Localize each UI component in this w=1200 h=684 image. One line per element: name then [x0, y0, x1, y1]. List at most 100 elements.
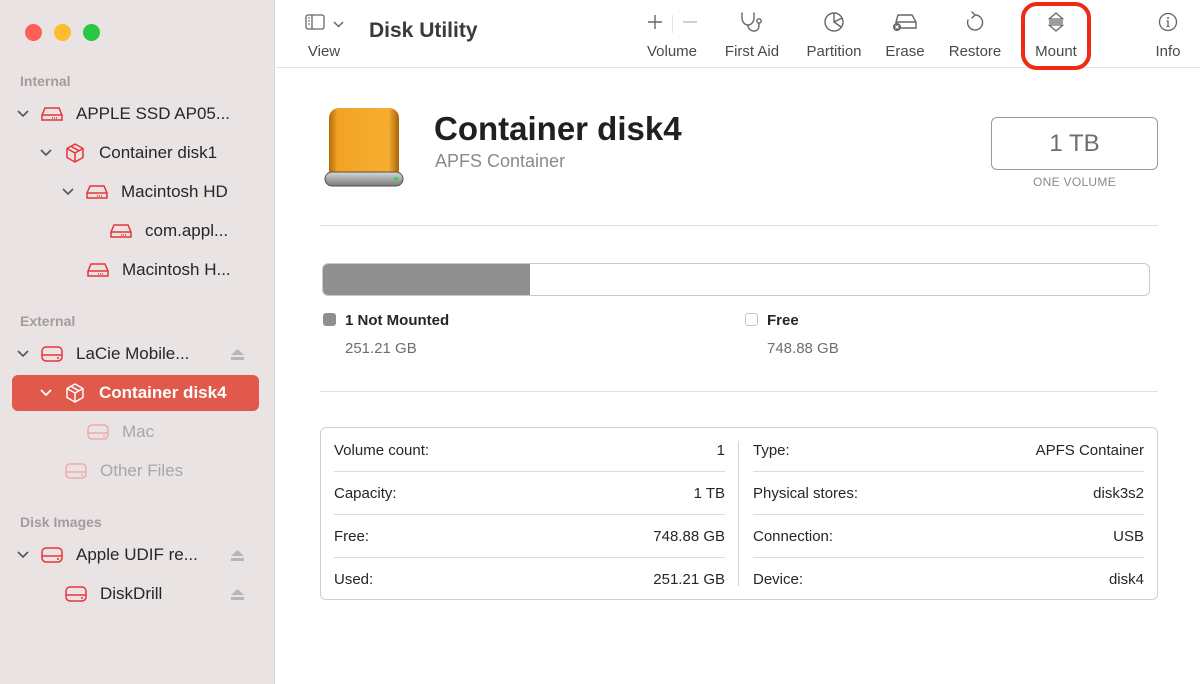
chevron-down-icon[interactable] [16, 107, 30, 121]
info-label: Capacity: [334, 484, 397, 502]
window-controls [25, 24, 100, 41]
eject-icon[interactable] [231, 348, 245, 360]
section-label-disk-images: Disk Images [20, 514, 102, 530]
sidebar-item-label: Apple UDIF re... [76, 545, 198, 564]
zoom-window-button[interactable] [83, 24, 100, 41]
view-label: View [307, 43, 341, 60]
info-label: Connection: [753, 527, 834, 545]
minimize-window-button[interactable] [54, 24, 71, 41]
internal-drive-icon [40, 104, 64, 124]
sidebar-item-label: Macintosh H... [122, 260, 231, 279]
add-volume-icon[interactable] [647, 14, 663, 35]
sidebar-item-lacie-mobile[interactable]: LaCie Mobile... [12, 336, 259, 372]
disk-type-subtitle: APFS Container [435, 151, 566, 171]
info-value: disk4 [1108, 571, 1144, 588]
disk-name: Container disk4 [434, 110, 682, 147]
external-drive-icon [64, 584, 88, 604]
first-aid-button[interactable]: First Aid [720, 0, 784, 68]
legend-name: 1 Not Mounted [345, 312, 450, 329]
info-row-connection: Connection: USB [753, 515, 1144, 558]
sidebar-toggle-icon [304, 13, 325, 35]
remove-volume-icon[interactable] [682, 14, 698, 35]
mount-button[interactable]: Mount [1030, 0, 1082, 68]
info-row-capacity: Capacity: 1 TB [334, 472, 725, 515]
disk-size-badge: 1 TB [991, 117, 1158, 170]
info-label: Volume count: [334, 441, 430, 459]
info-row-used: Used: 251.21 GB [334, 558, 725, 601]
external-drive-large-icon [322, 106, 406, 190]
eject-icon[interactable] [231, 588, 245, 600]
chevron-down-icon[interactable] [39, 386, 53, 400]
erase-drive-icon [892, 12, 918, 37]
sidebar-item-label: Container disk4 [99, 383, 227, 402]
info-value: USB [1113, 527, 1144, 545]
restore-button[interactable]: Restore [944, 0, 1006, 68]
app-title: Disk Utility [369, 19, 478, 42]
legend-value: 251.21 GB [345, 340, 417, 357]
info-label: Physical stores: [753, 484, 859, 502]
container-cube-icon [63, 143, 87, 163]
info-value: disk3s2 [1093, 484, 1144, 502]
volume-label: Volume [646, 43, 698, 60]
usage-bar-not-mounted-segment [323, 264, 531, 295]
sidebar-item-other-files[interactable]: Other Files [12, 453, 259, 489]
info-row-physical-stores: Physical stores: disk3s2 [753, 472, 1144, 515]
sidebar-item-macintosh-hd[interactable]: Macintosh HD [12, 174, 259, 210]
internal-drive-icon [86, 260, 110, 280]
chevron-down-icon[interactable] [16, 347, 30, 361]
legend-not-mounted: 1 Not Mounted 251.21 GB [323, 312, 450, 357]
volume-button-group: Volume [640, 0, 704, 68]
legend-value: 748.88 GB [767, 340, 839, 357]
chevron-down-icon[interactable] [16, 548, 30, 562]
info-row-type: Type: APFS Container [753, 429, 1144, 472]
sidebar-item-label: Mac [122, 422, 155, 441]
sidebar-item-macintosh-hd-data[interactable]: Macintosh H... [12, 252, 259, 288]
legend-free: Free 748.88 GB [745, 312, 839, 357]
internal-drive-icon [109, 221, 133, 241]
erase-label: Erase [885, 43, 925, 60]
sidebar-item-com-apple[interactable]: com.appl... [12, 213, 259, 249]
sidebar-item-apple-udif[interactable]: Apple UDIF re... [12, 537, 259, 573]
volume-count-caption: ONE VOLUME [1032, 175, 1116, 189]
chevron-down-icon[interactable] [39, 146, 53, 160]
external-drive-icon [86, 422, 110, 442]
sidebar-item-apple-ssd[interactable]: APPLE SSD AP05... [12, 96, 259, 132]
first-aid-label: First Aid [724, 43, 780, 60]
sidebar-item-container-disk1[interactable]: Container disk1 [12, 135, 259, 171]
divider [320, 225, 1158, 226]
chevron-down-icon[interactable] [61, 185, 75, 199]
close-window-button[interactable] [25, 24, 42, 41]
erase-button[interactable]: Erase [881, 0, 929, 68]
legend-swatch [745, 313, 758, 326]
sidebar-item-mac[interactable]: Mac [12, 414, 259, 450]
eject-icon[interactable] [231, 549, 245, 561]
pie-chart-icon [823, 11, 845, 38]
sidebar-item-label: LaCie Mobile... [76, 344, 190, 363]
view-button[interactable]: View [304, 0, 344, 68]
stethoscope-icon [739, 11, 765, 38]
info-label: Free: [334, 527, 370, 545]
sidebar-item-label: Container disk1 [99, 143, 218, 162]
toolbar: View Disk Utility Volume First Aid Parti… [276, 0, 1200, 70]
info-table: Volume count: 1 Capacity: 1 TB Free: 748… [320, 427, 1158, 600]
sidebar-item-container-disk4[interactable]: Container disk4 [12, 375, 259, 411]
restore-arrow-icon [965, 10, 985, 38]
divider [320, 391, 1158, 392]
info-value: APFS Container [1035, 441, 1144, 459]
mount-icon [1046, 11, 1066, 38]
partition-label: Partition [806, 43, 862, 60]
sidebar-item-label: com.appl... [145, 221, 229, 240]
section-label-internal: Internal [20, 73, 71, 89]
sidebar-item-label: Macintosh HD [121, 182, 228, 201]
sidebar-item-diskdrill[interactable]: DiskDrill [12, 576, 259, 612]
info-button[interactable]: Info [1152, 0, 1184, 68]
sidebar-item-label: APPLE SSD AP05... [76, 104, 231, 123]
usage-bar [322, 263, 1150, 296]
restore-label: Restore [948, 43, 1002, 60]
sidebar-item-label: Other Files [100, 461, 184, 480]
info-value: 1 TB [693, 484, 725, 502]
section-label-external: External [20, 313, 76, 329]
partition-button[interactable]: Partition [801, 0, 867, 68]
info-row-volume-count: Volume count: 1 [334, 429, 725, 472]
info-label: Device: [753, 571, 804, 588]
